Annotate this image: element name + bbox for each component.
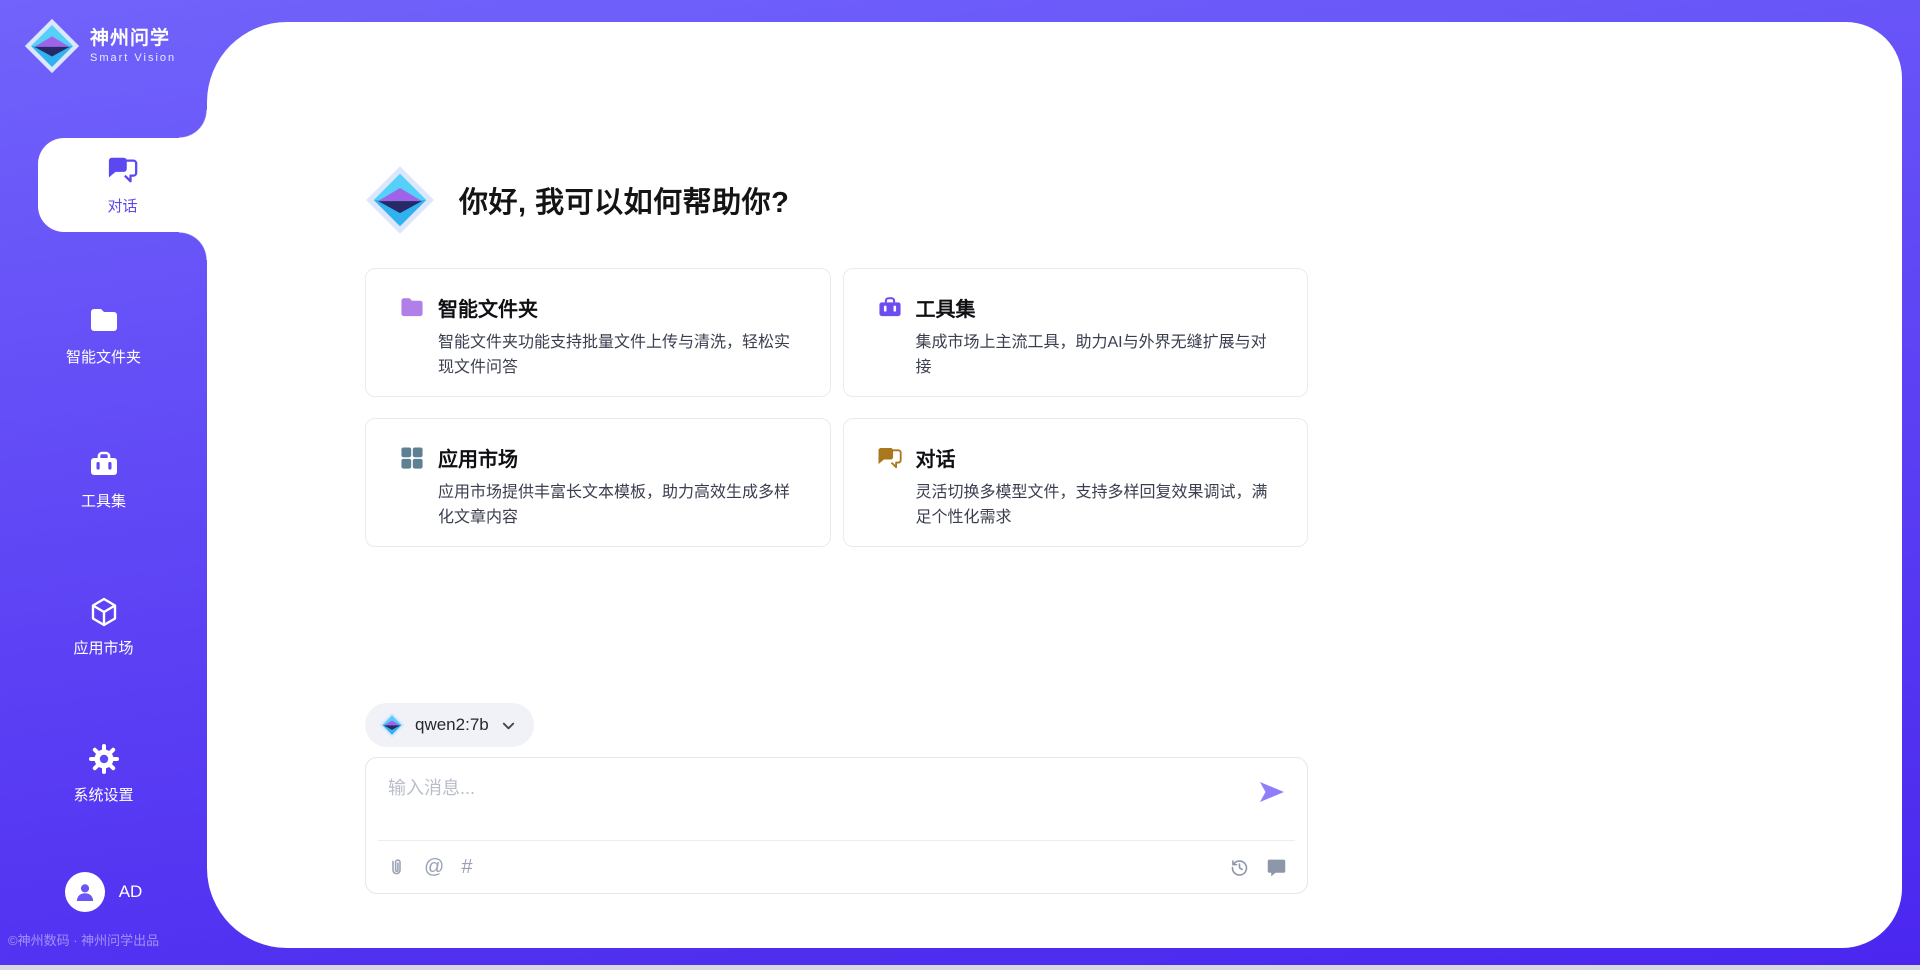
card-description: 智能文件夹功能支持批量文件上传与清洗，轻松实现文件问答 (438, 331, 804, 381)
folder-icon (399, 295, 425, 321)
send-button[interactable] (1257, 780, 1287, 806)
cube-icon (88, 596, 120, 628)
chat-bubbles-icon (877, 445, 903, 471)
sidebar-item-label: 系统设置 (73, 784, 133, 805)
brand-title: 神州问学 (90, 28, 176, 50)
model-logo-icon (379, 711, 405, 739)
user-avatar-icon (65, 872, 105, 912)
sidebar-item-toolset[interactable]: 工具集 (0, 449, 207, 511)
toolbox-icon (88, 449, 120, 481)
folder-icon (88, 305, 120, 337)
main-content: 你好, 我可以如何帮助你? 智能文件夹 智能文件夹功能支持批量文件上传与清洗，轻… (365, 22, 1308, 894)
chat-bubbles-icon (107, 154, 139, 186)
toolbox-icon (877, 295, 903, 321)
greeting-logo-diamond-icon (365, 162, 435, 238)
card-app-market[interactable]: 应用市场 应用市场提供丰富长文本模板，助力高效生成多样化文章内容 (365, 418, 831, 547)
sidebar: 神州问学 Smart Vision 对话 智能文件夹 (0, 0, 207, 970)
history-icon (1229, 857, 1250, 878)
hash-topic-button[interactable]: # (461, 857, 472, 877)
chat-square-icon (1266, 857, 1287, 878)
chevron-down-icon (501, 718, 516, 733)
sidebar-item-settings[interactable]: 系统设置 (0, 743, 207, 805)
card-toolset[interactable]: 工具集 集成市场上主流工具，助力AI与外界无缝扩展与对接 (843, 268, 1309, 397)
attach-file-button[interactable] (386, 857, 407, 878)
greeting-text: 你好, 我可以如何帮助你? (459, 179, 789, 221)
sidebar-item-label: 应用市场 (73, 637, 133, 658)
sidebar-item-label: 智能文件夹 (66, 346, 141, 367)
message-input[interactable] (366, 758, 1248, 799)
hash-topic-icon: # (461, 857, 472, 877)
feature-cards: 智能文件夹 智能文件夹功能支持批量文件上传与清洗，轻松实现文件问答 工具集 集成… (365, 268, 1308, 547)
bottom-edge-strip (0, 965, 1920, 970)
card-smart-folder[interactable]: 智能文件夹 智能文件夹功能支持批量文件上传与清洗，轻松实现文件问答 (365, 268, 831, 397)
model-selector[interactable]: qwen2:7b (365, 703, 534, 747)
sidebar-user[interactable]: AD (0, 872, 207, 912)
footer-note: ©神州数码 · 神州问学出品 (8, 930, 208, 949)
brand-subtitle: Smart Vision (90, 52, 176, 64)
gear-icon (88, 743, 120, 775)
sidebar-item-app-market[interactable]: 应用市场 (0, 596, 207, 658)
paperclip-icon (386, 857, 407, 878)
at-mention-button[interactable]: @ (424, 857, 444, 877)
card-title: 对话 (916, 443, 956, 472)
card-description: 集成市场上主流工具，助力AI与外界无缝扩展与对接 (916, 331, 1282, 381)
sidebar-item-label: 对话 (107, 195, 137, 216)
user-name: AD (119, 882, 143, 902)
brand: 神州问学 Smart Vision (24, 18, 176, 74)
card-title: 工具集 (916, 293, 976, 322)
send-icon (1258, 780, 1286, 804)
sidebar-item-chat[interactable]: 对话 (38, 138, 207, 232)
model-selector-row: qwen2:7b (365, 703, 1308, 747)
brand-logo-diamond-icon (24, 18, 80, 74)
card-description: 应用市场提供丰富长文本模板，助力高效生成多样化文章内容 (438, 481, 804, 531)
greeting: 你好, 我可以如何帮助你? (365, 162, 1308, 238)
sidebar-item-smart-folder[interactable]: 智能文件夹 (0, 305, 207, 367)
card-title: 智能文件夹 (438, 293, 538, 322)
card-title: 应用市场 (438, 443, 518, 472)
grid-icon (399, 445, 425, 471)
card-description: 灵活切换多模型文件，支持多样回复效果调试，满足个性化需求 (916, 481, 1282, 531)
chat-history-button[interactable] (1266, 857, 1287, 878)
message-composer: @ # (365, 757, 1308, 894)
at-mention-icon: @ (424, 857, 444, 877)
model-name: qwen2:7b (415, 715, 489, 735)
history-button[interactable] (1229, 857, 1250, 878)
card-chat[interactable]: 对话 灵活切换多模型文件，支持多样回复效果调试，满足个性化需求 (843, 418, 1309, 547)
sidebar-item-label: 工具集 (81, 490, 126, 511)
